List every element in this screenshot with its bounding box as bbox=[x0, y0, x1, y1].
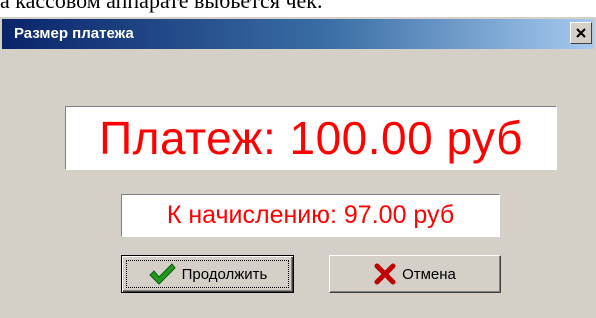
dialog-title: Размер платежа bbox=[14, 25, 134, 42]
cancel-button-label: Отмена bbox=[402, 265, 456, 283]
screen: а кассовом аппарате выбьется чек. Размер… bbox=[0, 0, 596, 318]
close-icon bbox=[575, 27, 587, 39]
payment-dialog: Размер платежа Платеж: 100.00 руб К начи… bbox=[0, 17, 596, 318]
dialog-titlebar[interactable]: Размер платежа bbox=[2, 19, 594, 49]
checkmark-icon bbox=[148, 262, 176, 286]
cancel-button[interactable]: Отмена bbox=[329, 255, 501, 293]
payment-amount-display: Платеж: 100.00 руб bbox=[65, 106, 557, 170]
close-button[interactable] bbox=[570, 22, 592, 44]
accrual-amount-display: К начислению: 97.00 руб bbox=[121, 194, 500, 237]
accrual-amount-text: К начислению: 97.00 руб bbox=[166, 201, 455, 229]
document-background-text: а кассовом аппарате выбьется чек. bbox=[0, 0, 323, 13]
continue-button[interactable]: Продолжить bbox=[121, 255, 294, 293]
payment-amount-text: Платеж: 100.00 руб bbox=[99, 112, 523, 164]
x-icon bbox=[374, 263, 396, 285]
continue-button-label: Продолжить bbox=[181, 265, 268, 283]
